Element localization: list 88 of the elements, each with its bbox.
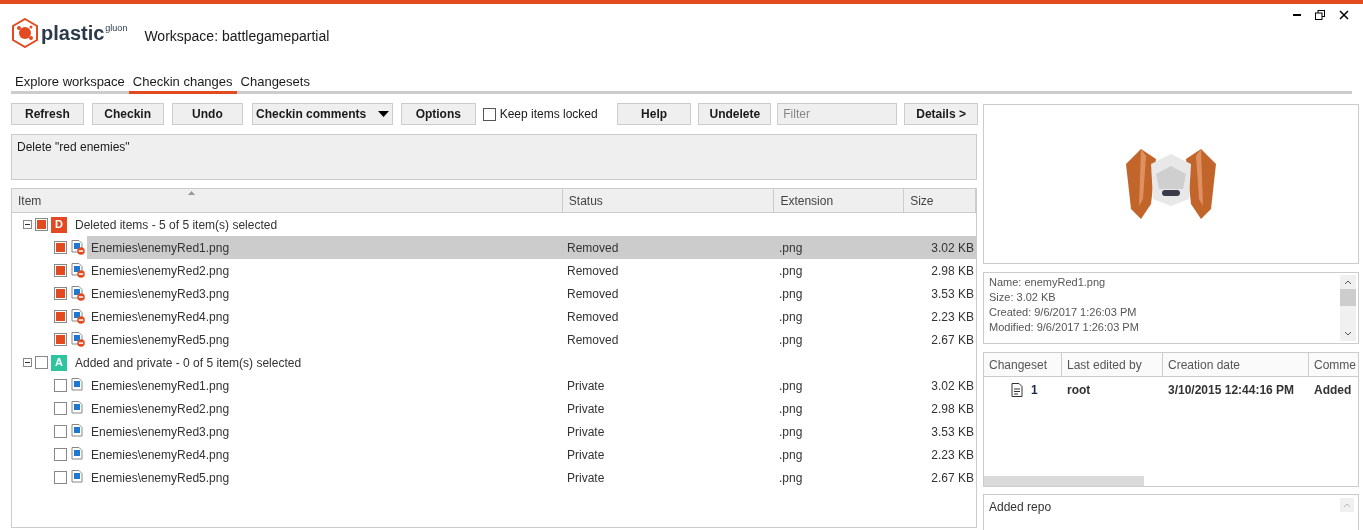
table-cell-text: Enemies\enemyRed2.png: [90, 400, 231, 418]
table-cell-text: Enemies\enemyRed5.png: [90, 469, 231, 487]
table-cell-text: Enemies\enemyRed3.png: [90, 423, 231, 441]
table-cell-text: .png: [778, 446, 804, 464]
file-info-line: Size: 3.02 KB: [989, 290, 1057, 305]
table-cell-text: Removed: [566, 239, 620, 257]
table-cell-text: Removed: [566, 331, 620, 349]
toolbar-button[interactable]: Options: [400, 103, 476, 125]
file-row[interactable]: Enemies\enemyRed1.png Removed .png 3.02 KB: [87, 236, 976, 259]
table-cell-text: Removed: [566, 285, 620, 303]
window-title: Workspace: battlegamepartial: [144, 26, 330, 46]
table-cell-text: Removed: [566, 262, 620, 280]
file-row[interactable]: Enemies\enemyRed3.png Removed .png 3.53 KB: [87, 282, 976, 305]
table-cell-text: .png: [778, 331, 804, 349]
column-header[interactable]: Comme: [1314, 355, 1356, 374]
file-row[interactable]: Enemies\enemyRed5.png Private .png 2.67 KB: [87, 466, 976, 489]
table-cell-text: root: [1066, 382, 1092, 399]
status-badge: A: [51, 354, 67, 371]
file-info-line: Created: 9/6/2017 1:26:03 PM: [989, 305, 1138, 320]
tab[interactable]: Explore workspace: [11, 72, 129, 94]
table-cell-text: .png: [778, 423, 804, 441]
comment-field[interactable]: Delete "red enemies": [11, 134, 977, 180]
table-cell-text: Private: [566, 423, 606, 441]
file-row[interactable]: Enemies\enemyRed1.png Private .png 3.02 KB: [87, 374, 976, 397]
table-cell-text: Enemies\enemyRed3.png: [90, 285, 231, 303]
filter-field[interactable]: Filter: [777, 103, 898, 125]
file-info-line: Modified: 9/6/2017 1:26:03 PM: [989, 320, 1140, 335]
toolbar-button[interactable]: Help: [616, 103, 692, 125]
table-cell-text: Enemies\enemyRed1.png: [90, 377, 231, 395]
group-label[interactable]: Deleted items - 5 of 5 item(s) selected: [75, 215, 278, 234]
table-cell-text: Enemies\enemyRed4.png: [90, 308, 231, 326]
table-cell-text: 2.98 KB: [930, 400, 975, 418]
table-cell-text: 2.23 KB: [930, 308, 975, 326]
column-header[interactable]: Last edited by: [1067, 355, 1142, 374]
tab[interactable]: Changesets: [236, 72, 314, 94]
table-cell-text: 3.53 KB: [930, 285, 975, 303]
table-cell-text: Enemies\enemyRed2.png: [90, 262, 231, 280]
toolbar-button[interactable]: Details >: [904, 103, 978, 125]
table-cell-text: Added: [1313, 382, 1352, 399]
table-cell-text: Private: [566, 400, 606, 418]
table-cell-text: .png: [778, 400, 804, 418]
table-cell-text: .png: [778, 285, 804, 303]
column-header[interactable]: Creation date: [1168, 355, 1241, 374]
table-cell-text: Enemies\enemyRed5.png: [90, 331, 231, 349]
column-header[interactable]: Status: [568, 191, 603, 210]
table-cell-text: 3/10/2015 12:44:16 PM: [1167, 382, 1296, 399]
file-row[interactable]: Enemies\enemyRed4.png Removed .png 2.23 KB: [87, 305, 976, 328]
table-cell-text: Enemies\enemyRed1.png: [90, 239, 231, 257]
file-row[interactable]: Enemies\enemyRed2.png Private .png 2.98 KB: [87, 397, 976, 420]
table-cell-text: Removed: [566, 308, 620, 326]
group-label[interactable]: Added and private - 0 of 5 item(s) selected: [75, 353, 302, 372]
file-row[interactable]: Enemies\enemyRed2.png Removed .png 2.98 KB: [87, 259, 976, 282]
file-row[interactable]: Enemies\enemyRed4.png Private .png 2.23 KB: [87, 443, 976, 466]
logo-suffix: gluon: [105, 22, 128, 35]
table-cell-text: 3.53 KB: [930, 423, 975, 441]
table-cell-text: Private: [566, 446, 606, 464]
table-cell-text: 2.23 KB: [930, 446, 975, 464]
column-header[interactable]: Size: [910, 191, 934, 210]
table-cell-text: .png: [778, 308, 804, 326]
column-header[interactable]: Extension: [780, 191, 834, 210]
table-cell-text: 2.67 KB: [930, 469, 975, 487]
column-header[interactable]: Changeset: [989, 355, 1048, 374]
table-cell-text: .png: [778, 377, 804, 395]
table-cell-text: 3.02 KB: [930, 377, 975, 395]
table-cell-text: .png: [778, 262, 804, 280]
checkbox-label[interactable]: Keep items locked: [499, 105, 598, 123]
file-row[interactable]: Enemies\enemyRed5.png Removed .png 2.67 KB: [87, 328, 976, 351]
logo-text: plastic: [41, 21, 105, 46]
table-cell-text: 2.98 KB: [930, 262, 975, 280]
toolbar-button[interactable]: Undo: [171, 103, 244, 125]
table-cell-text: .png: [778, 469, 804, 487]
status-badge: D: [51, 216, 67, 233]
toolbar-button[interactable]: Checkin: [91, 103, 164, 125]
table-cell-text: .png: [778, 239, 804, 257]
table-cell-text: Private: [566, 377, 606, 395]
toolbar-button[interactable]: Refresh: [11, 103, 84, 125]
toolbar-button[interactable]: Undelete: [698, 103, 772, 125]
table-cell-text: 1: [1031, 382, 1038, 399]
file-row[interactable]: Enemies\enemyRed3.png Private .png 3.53 KB: [87, 420, 976, 443]
changeset-comment: Added repo: [988, 499, 1053, 516]
dropdown-button[interactable]: Checkin comments: [252, 103, 393, 125]
tab[interactable]: Checkin changes: [128, 72, 237, 94]
file-info-line: Name: enemyRed1.png: [989, 275, 1107, 290]
table-cell-text: 3.02 KB: [930, 239, 975, 257]
table-cell-text: 2.67 KB: [930, 331, 975, 349]
column-header[interactable]: Item: [18, 191, 42, 210]
table-cell-text: Enemies\enemyRed4.png: [90, 446, 231, 464]
table-cell-text: Private: [566, 469, 606, 487]
